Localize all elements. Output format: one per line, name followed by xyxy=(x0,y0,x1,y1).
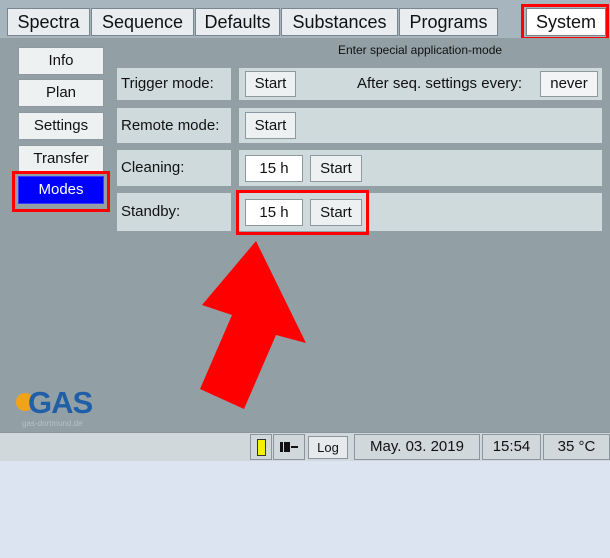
cleaning-row: 15 h Start xyxy=(239,150,602,186)
trigger-mode-label: Trigger mode: xyxy=(117,68,231,100)
logo-text: GAS xyxy=(28,385,93,420)
gas-logo: GAS gas-dortmund.de xyxy=(10,381,120,431)
tab-substances[interactable]: Substances xyxy=(281,8,398,36)
standby-highlight xyxy=(236,190,369,235)
mode-header: Enter special application-mode xyxy=(337,43,503,57)
standby-label: Standby: xyxy=(117,193,231,231)
side-item-plan[interactable]: Plan xyxy=(18,79,104,107)
remote-mode-row: Start xyxy=(239,108,602,143)
tab-system-highlight xyxy=(521,4,609,40)
tab-spectra[interactable]: Spectra xyxy=(7,8,90,36)
trigger-start-button[interactable]: Start xyxy=(245,71,296,97)
side-item-info[interactable]: Info xyxy=(18,47,104,75)
trigger-mode-row: Start After seq. settings every: never xyxy=(239,68,602,100)
status-time: 15:54 xyxy=(482,434,541,460)
log-button[interactable]: Log xyxy=(308,436,348,459)
status-temperature: 35 °C xyxy=(543,434,610,460)
side-item-transfer[interactable]: Transfer xyxy=(18,145,104,173)
after-seq-label: After seq. settings every: xyxy=(357,75,523,92)
remote-mode-label: Remote mode: xyxy=(117,108,231,143)
system-panel: Enter special application-mode Info Plan… xyxy=(0,38,610,432)
arrow-icon xyxy=(200,241,306,409)
cleaning-start-button[interactable]: Start xyxy=(310,155,362,182)
after-seq-value[interactable]: never xyxy=(540,71,598,97)
plug-icon xyxy=(280,442,298,452)
cleaning-interval-field[interactable]: 15 h xyxy=(245,155,303,182)
status-bar: Log May. 03. 2019 15:54 35 °C xyxy=(0,432,610,461)
tab-programs[interactable]: Programs xyxy=(399,8,498,36)
modes-highlight xyxy=(12,171,110,212)
side-item-settings[interactable]: Settings xyxy=(18,112,104,140)
status-date: May. 03. 2019 xyxy=(354,434,480,460)
top-tab-bar: Spectra Sequence Defaults Substances Pro… xyxy=(0,0,610,40)
remote-start-button[interactable]: Start xyxy=(245,112,296,139)
indicator-cell xyxy=(250,434,272,460)
tab-defaults[interactable]: Defaults xyxy=(195,8,280,36)
indicator-icon xyxy=(257,439,266,456)
plug-cell xyxy=(273,434,305,460)
tab-sequence[interactable]: Sequence xyxy=(91,8,194,36)
cleaning-label: Cleaning: xyxy=(117,150,231,186)
logo-url: gas-dortmund.de xyxy=(22,419,83,428)
